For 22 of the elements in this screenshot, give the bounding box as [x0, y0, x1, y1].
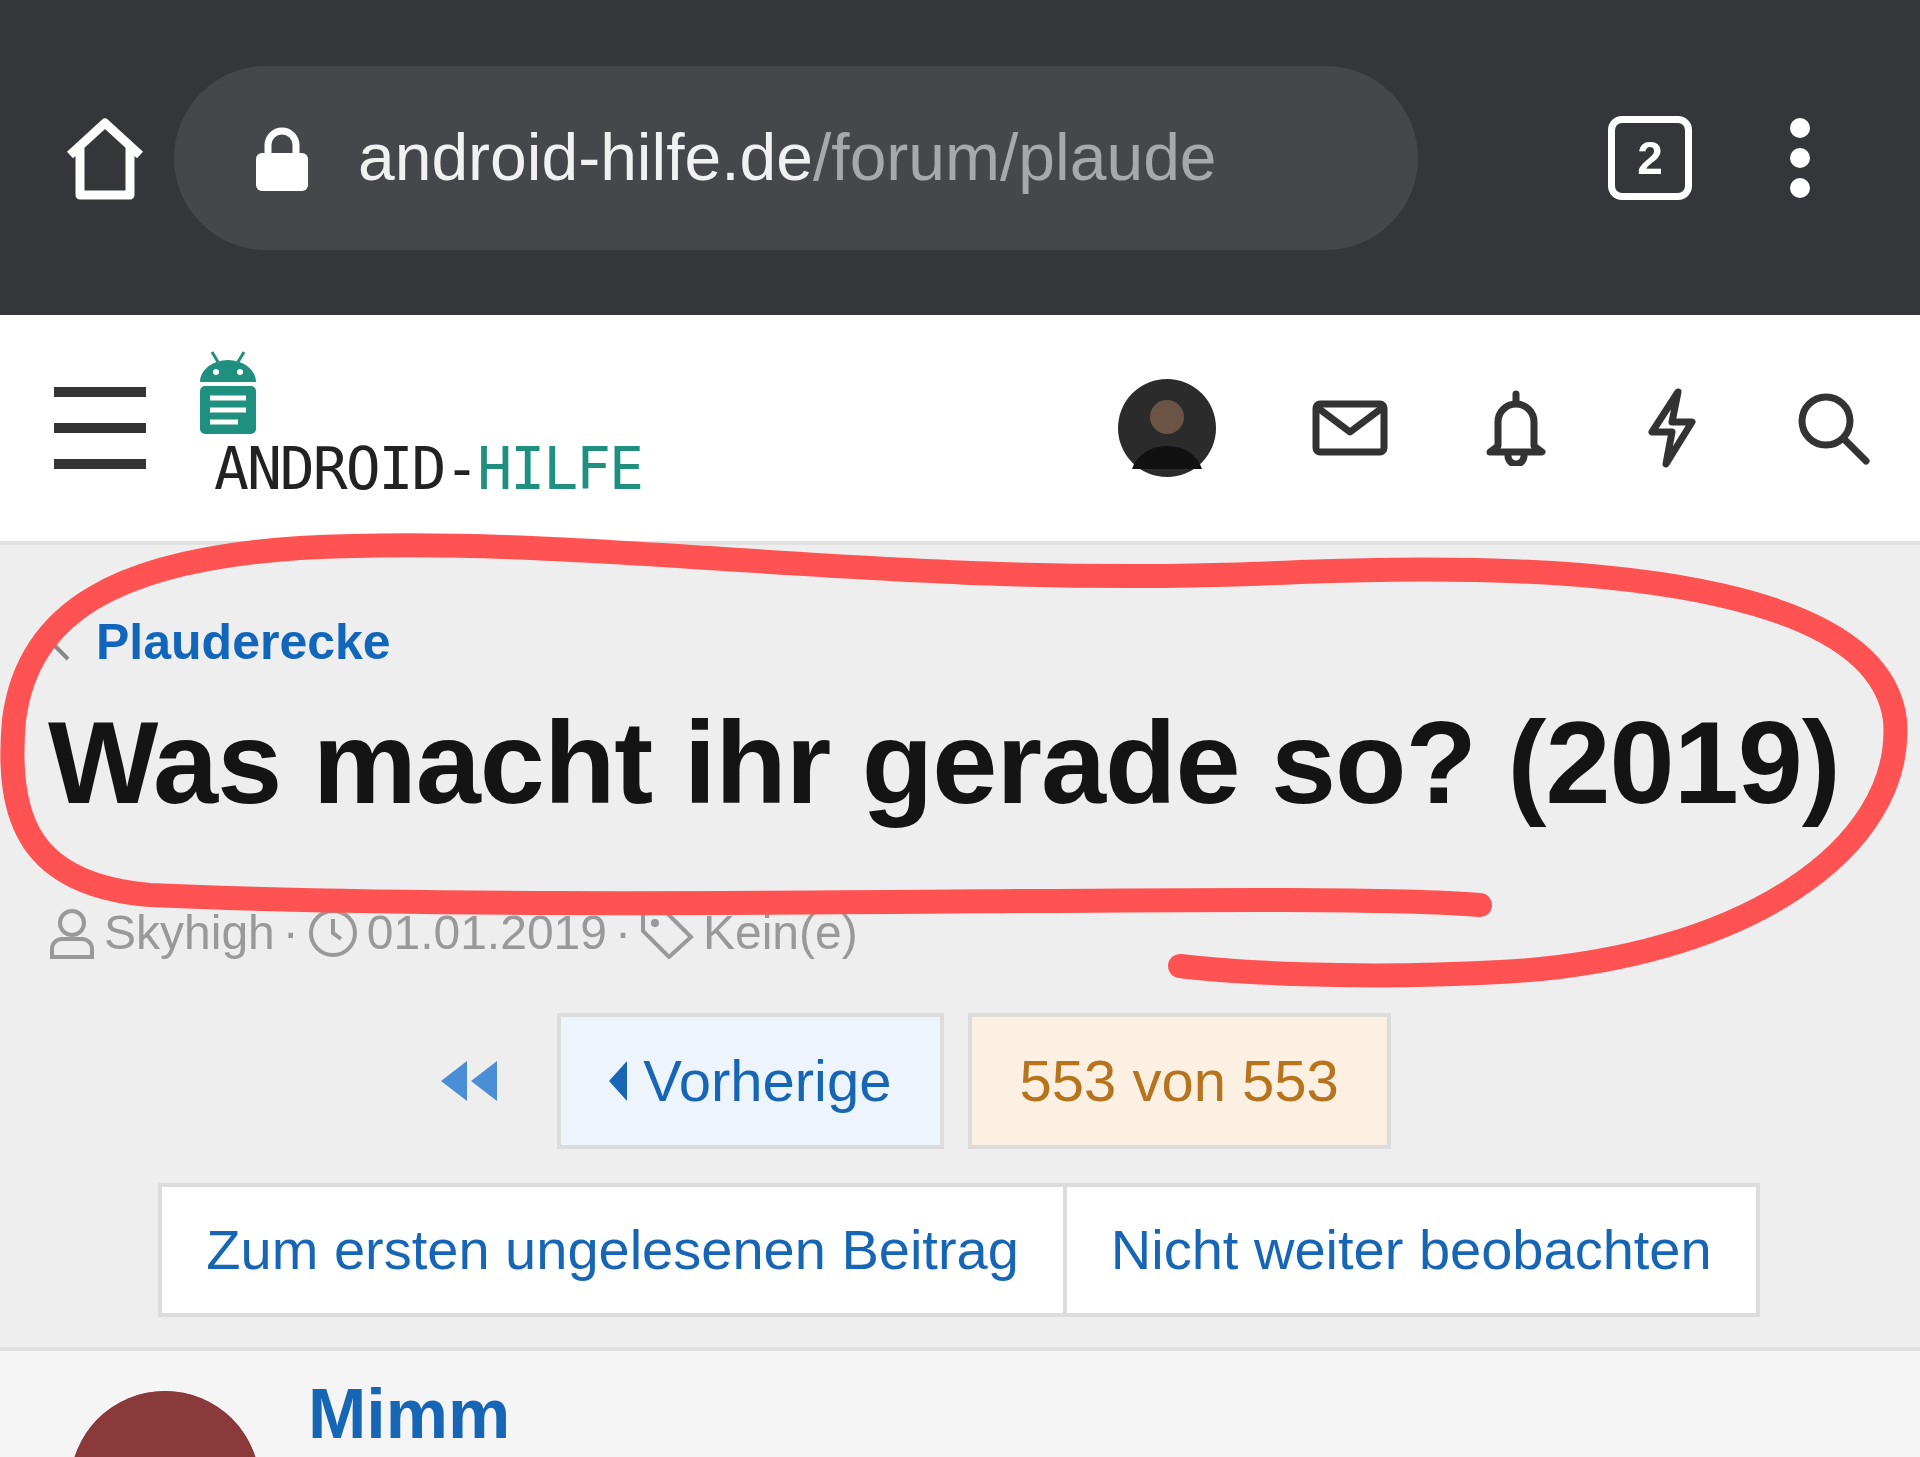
separator-dot: ·: [282, 904, 299, 961]
tab-count[interactable]: 2: [1608, 115, 1692, 200]
avatar[interactable]: [1118, 379, 1216, 477]
previous-page-button[interactable]: Vorherige: [557, 1012, 944, 1149]
breadcrumb-link[interactable]: Plauderecke: [96, 605, 391, 680]
search-icon[interactable]: [1796, 391, 1870, 465]
post-date: 01.01.2019: [366, 904, 607, 961]
mail-icon[interactable]: [1312, 400, 1388, 456]
action-button[interactable]: Zum ersten ungelesenen Beitrag: [158, 1182, 1067, 1317]
user-icon: [48, 906, 96, 959]
logo-text[interactable]: ANDROID-HILFE: [214, 440, 642, 498]
page-indicator[interactable]: 553 von 553: [967, 1012, 1391, 1149]
separator-dot: ·: [615, 904, 631, 961]
action-button[interactable]: Nicht weiter beobachten: [1066, 1182, 1760, 1317]
tags-text: Kein(e): [702, 904, 858, 961]
thread-title: Was macht ihr gerade so? (2019): [48, 696, 1841, 830]
post-author[interactable]: Mimm: [308, 1378, 511, 1457]
caret-left-icon: [609, 1060, 628, 1101]
menu-icon[interactable]: [1788, 117, 1812, 198]
bell-icon[interactable]: [1484, 390, 1548, 466]
url-text: android-hilfe.de/forum/plaude: [358, 119, 1217, 196]
address-bar[interactable]: android-hilfe.de/forum/plaude: [174, 65, 1418, 250]
